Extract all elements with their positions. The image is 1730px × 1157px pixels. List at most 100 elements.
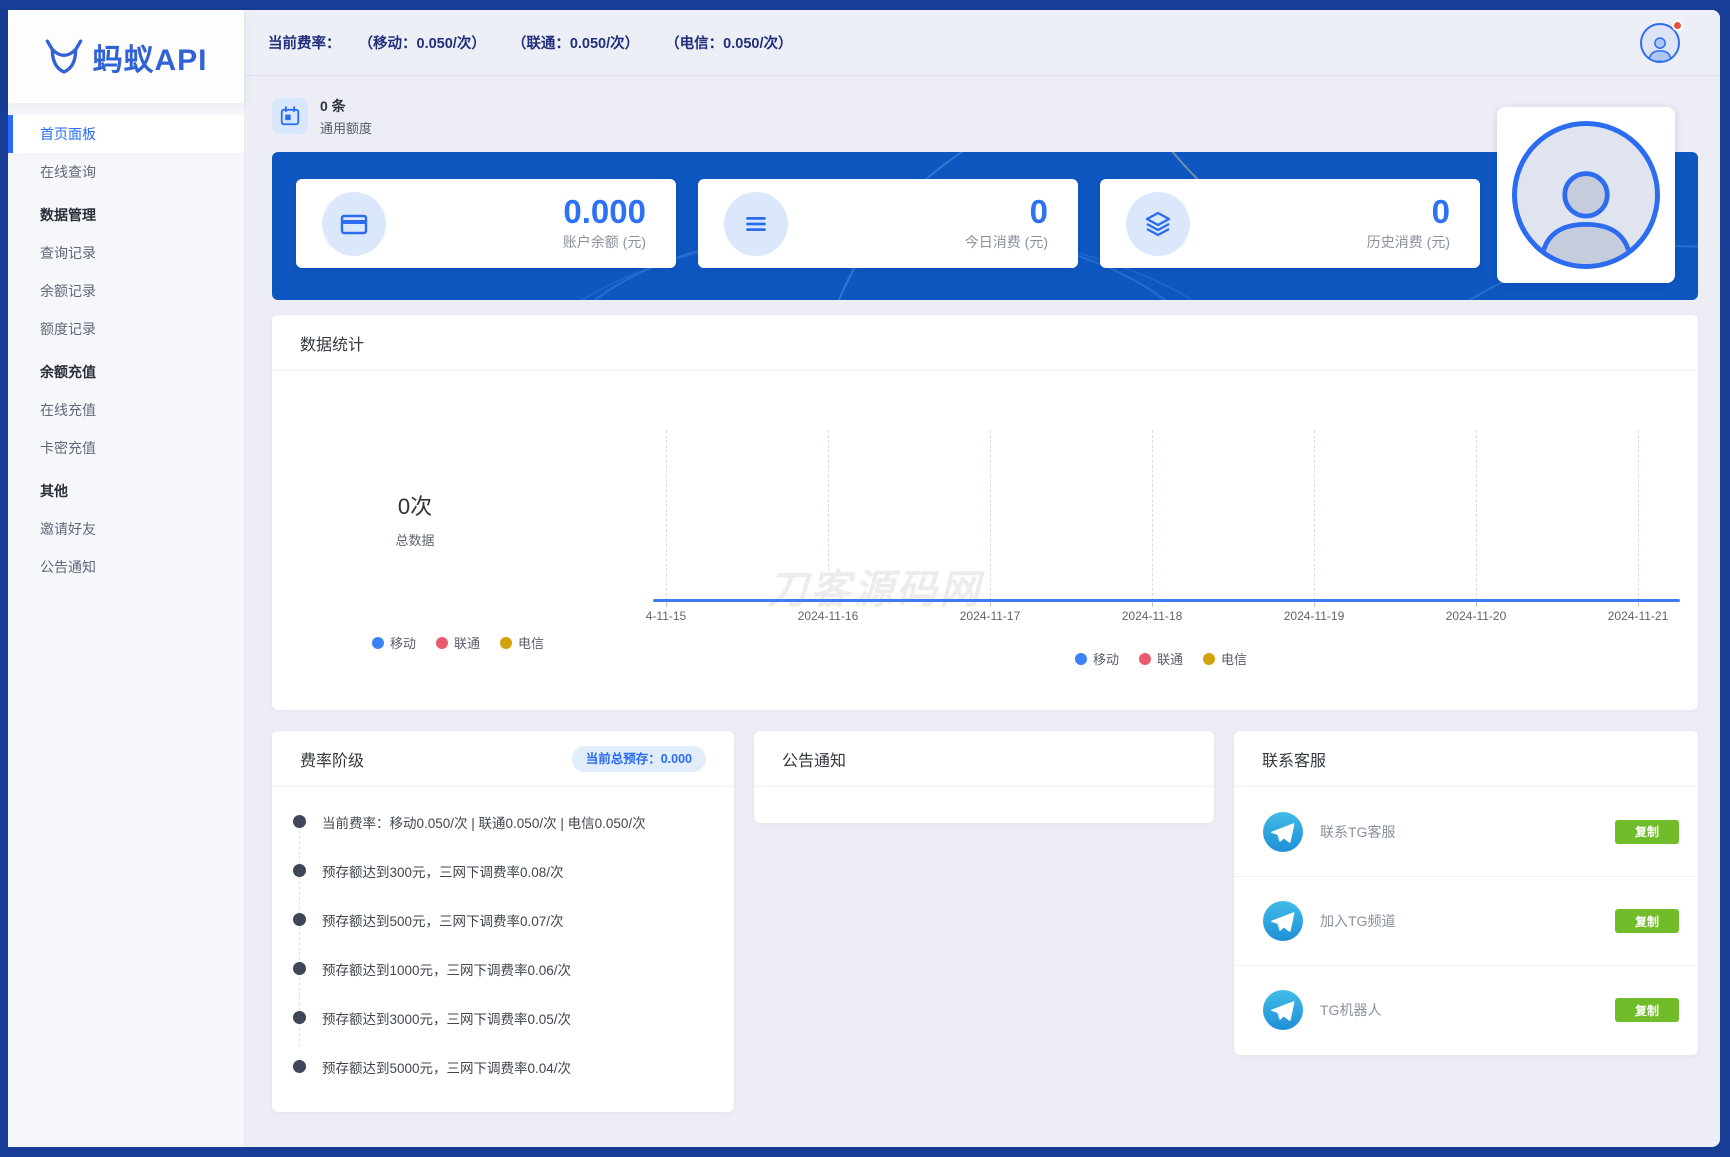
chart-legend-center: 移动 联通 电信 [1075,649,1247,668]
contact-support-card: 联系客服 联系TG客服 复制 [1234,731,1698,1055]
general-quota: 0 条 通用额度 [272,97,1698,135]
rate-mobile: （移动：0.050/次） [359,32,486,53]
stat-cards: 0.000 账户余额 (元) [296,179,1480,268]
user-avatar[interactable] [1640,23,1680,63]
copy-button[interactable]: 复制 [1615,998,1679,1022]
app-logo: 蚂蚁API [8,10,244,103]
gridline [990,430,991,601]
copy-button[interactable]: 复制 [1615,820,1679,844]
tier-item: 当前费率：移动0.050/次 | 联通0.050/次 | 电信0.050/次 [272,797,734,846]
stats-banner: 0.000 账户余额 (元) [272,152,1698,300]
history-consume-value: 0 [1367,195,1450,229]
chart-title: 数据统计 [300,331,364,355]
x-axis-label: 2024-11-21 [1578,609,1698,623]
list-icon [724,192,788,256]
watermark: 刀客源码网 [768,557,983,615]
page: 蚂蚁API 首页面板 在线查询 数据管理 查询记录 余额记录 额度记录 余额充值… [0,0,1730,1157]
legend-dot-unicom [436,637,448,649]
x-axis-label: 2024-11-18 [1092,609,1212,623]
support-row-tg-bot[interactable]: TG机器人 复制 [1234,965,1698,1054]
chart-legend-left: 移动 联通 电信 [372,633,544,652]
rate-telecom: （电信：0.050/次） [665,32,792,53]
tier-item: 预存额达到3000元，三网下调费率0.05/次 [272,993,734,1042]
support-row-tg-channel[interactable]: 加入TG频道 复制 [1234,876,1698,965]
sidebar-item-quota-records[interactable]: 额度记录 [8,310,244,348]
gridline [1476,430,1477,601]
total-prestore-badge: 当前总预存：0.000 [572,746,706,772]
legend-item-telecom[interactable]: 电信 [500,633,544,652]
rate-tiers-card: 费率阶级 当前总预存：0.000 当前费率：移动0.050/次 | 联通0.05… [272,731,734,1112]
app-title: 蚂蚁API [92,35,207,79]
stat-card-today: 0 今日消费 (元) [698,179,1078,268]
ant-logo-icon [44,37,84,77]
legend-dot-mobile [372,637,384,649]
sidebar-item-online-query[interactable]: 在线查询 [8,153,244,191]
tier-item: 预存额达到1000元，三网下调费率0.06/次 [272,944,734,993]
support-row-tg-service[interactable]: 联系TG客服 复制 [1234,787,1698,876]
history-consume-label: 历史消费 (元) [1367,232,1450,252]
layers-icon [1126,192,1190,256]
x-axis-label: 4-11-15 [606,609,726,623]
chart-card: 数据统计 0次 总数据 刀客源码网 4-11-1 [272,315,1698,710]
announcement-title: 公告通知 [782,747,846,771]
sidebar-item-invite-friends[interactable]: 邀请好友 [8,510,244,548]
stat-card-history: 0 历史消费 (元) [1100,179,1480,268]
sidebar-menu: 首页面板 在线查询 数据管理 查询记录 余额记录 额度记录 余额充值 在线充值 … [8,103,244,586]
sidebar-section-other: 其他 [8,472,244,510]
sidebar-item-announcement[interactable]: 公告通知 [8,548,244,586]
today-consume-value: 0 [965,195,1048,229]
sidebar-item-home-panel[interactable]: 首页面板 [8,115,244,153]
gridline [1314,430,1315,601]
stat-card-balance: 0.000 账户余额 (元) [296,179,676,268]
legend-item-mobile[interactable]: 移动 [1075,649,1119,668]
quota-count: 0 条 [320,96,372,116]
current-rates: 当前费率： （移动：0.050/次） （联通：0.050/次） （电信：0.05… [268,32,818,53]
quota-label: 通用额度 [320,118,372,137]
legend-dot-telecom [500,637,512,649]
credit-card-icon [322,192,386,256]
balance-label: 账户余额 (元) [563,232,646,252]
gridline [1152,430,1153,601]
sidebar-item-query-records[interactable]: 查询记录 [8,234,244,272]
main-area: 当前费率： （移动：0.050/次） （联通：0.050/次） （电信：0.05… [245,10,1720,1147]
legend-dot-mobile [1075,653,1087,665]
sidebar-item-online-recharge[interactable]: 在线充值 [8,391,244,429]
gridline [666,430,667,601]
profile-avatar-icon [1512,121,1660,269]
calendar-icon [272,98,308,134]
content: 0 条 通用额度 [245,76,1720,1112]
rate-unicom: （联通：0.050/次） [512,32,639,53]
legend-item-telecom[interactable]: 电信 [1203,649,1247,668]
balance-value: 0.000 [563,195,646,229]
telegram-icon [1262,900,1304,942]
chart-total: 0次 总数据 [395,489,434,549]
support-title: 联系客服 [1262,747,1326,771]
support-label: 加入TG频道 [1320,911,1615,931]
telegram-icon [1262,989,1304,1031]
tier-item: 预存额达到500元，三网下调费率0.07/次 [272,895,734,944]
sidebar: 蚂蚁API 首页面板 在线查询 数据管理 查询记录 余额记录 额度记录 余额充值… [8,10,245,1147]
sidebar-item-card-recharge[interactable]: 卡密充值 [8,429,244,467]
sidebar-section-data-management: 数据管理 [8,196,244,234]
announcement-card: 公告通知 [754,731,1214,823]
legend-item-unicom[interactable]: 联通 [436,633,480,652]
legend-dot-telecom [1203,653,1215,665]
legend-item-unicom[interactable]: 联通 [1139,649,1183,668]
sidebar-item-balance-records[interactable]: 余额记录 [8,272,244,310]
sidebar-section-balance-recharge: 余额充值 [8,353,244,391]
today-consume-label: 今日消费 (元) [965,232,1048,252]
tier-item: 预存额达到300元，三网下调费率0.08/次 [272,846,734,895]
copy-button[interactable]: 复制 [1615,909,1679,933]
notification-dot [1672,20,1683,31]
legend-item-mobile[interactable]: 移动 [372,633,416,652]
support-label: 联系TG客服 [1320,822,1615,842]
x-axis-label: 2024-11-19 [1254,609,1374,623]
x-axis-line [653,599,1680,602]
rate-label: 当前费率： [268,32,341,53]
rate-tier-list: 当前费率：移动0.050/次 | 联通0.050/次 | 电信0.050/次 预… [272,787,734,1091]
gridline [1638,430,1639,601]
chart-area: 0次 总数据 刀客源码网 4-11-15 2024-11-16 2024-11-… [272,371,1698,709]
chart-total-value: 0次 [395,489,434,521]
legend-dot-unicom [1139,653,1151,665]
telegram-icon [1262,811,1304,853]
